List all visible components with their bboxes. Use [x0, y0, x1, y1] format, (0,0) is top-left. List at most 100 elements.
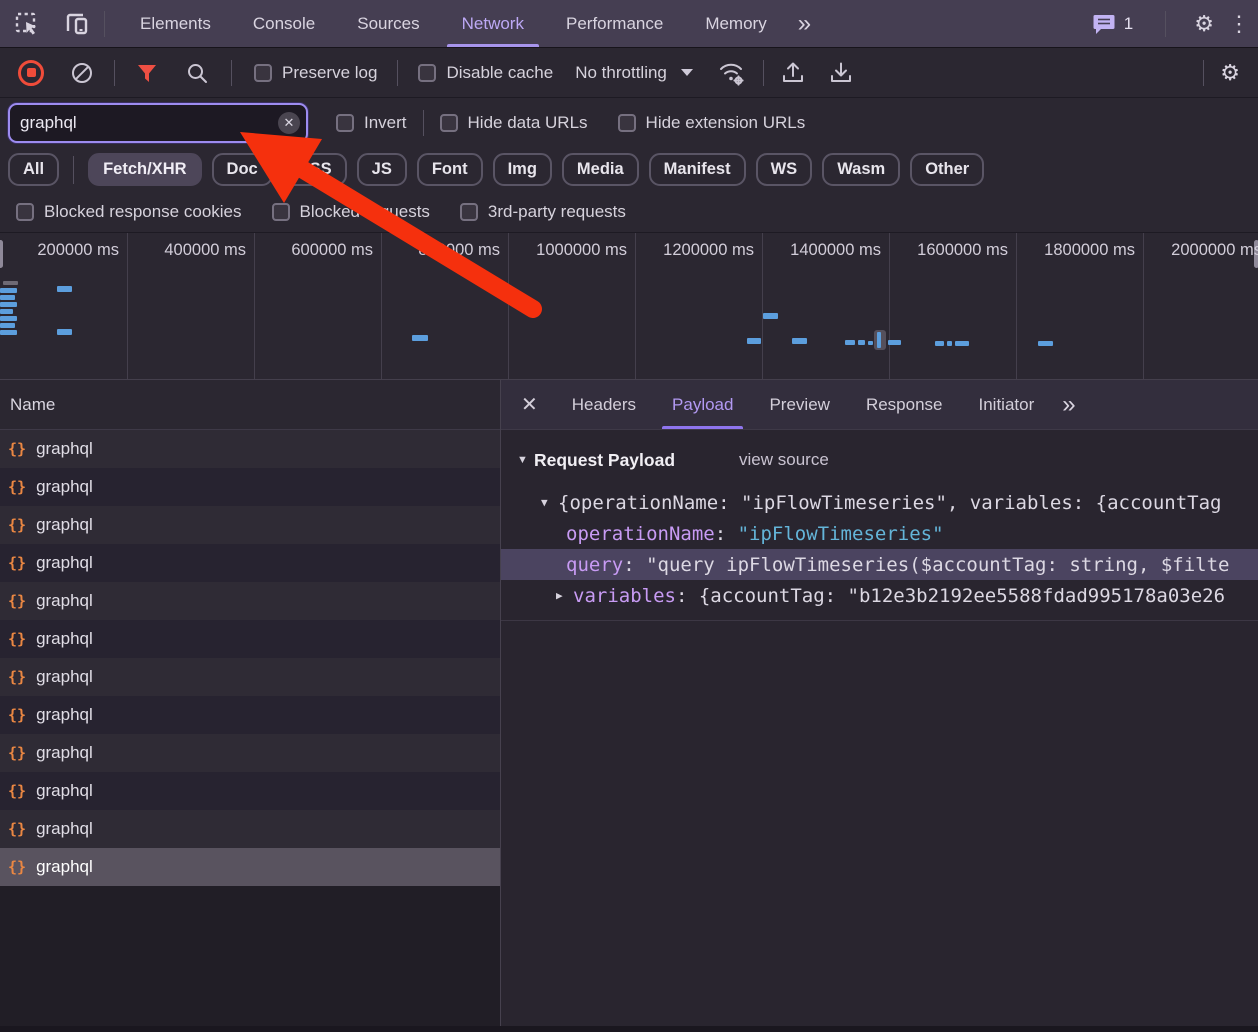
- waterfall-bar[interactable]: [747, 338, 761, 344]
- disable-cache-checkbox[interactable]: [418, 64, 436, 82]
- invert-toggle[interactable]: Invert: [336, 113, 407, 133]
- request-row[interactable]: {}graphql: [0, 810, 500, 848]
- blocked-requests-toggle[interactable]: Blocked requests: [272, 202, 430, 222]
- waterfall-bar[interactable]: [792, 338, 807, 344]
- more-panels-icon[interactable]: »: [788, 10, 819, 38]
- tab-memory[interactable]: Memory: [684, 0, 787, 47]
- waterfall-bar[interactable]: [0, 330, 17, 335]
- hide-extension-urls-toggle[interactable]: Hide extension URLs: [618, 113, 806, 133]
- blocked-response-cookies-toggle[interactable]: Blocked response cookies: [16, 202, 242, 222]
- 3rd-party-requests-toggle[interactable]: 3rd-party requests: [460, 202, 626, 222]
- waterfall-bar[interactable]: [0, 316, 17, 321]
- tab-console[interactable]: Console: [232, 0, 336, 47]
- more-detail-tabs-icon[interactable]: »: [1052, 391, 1083, 419]
- export-har-icon[interactable]: [828, 60, 854, 86]
- waterfall-bar[interactable]: [888, 340, 901, 345]
- request-row[interactable]: {}graphql: [0, 658, 500, 696]
- close-detail-icon[interactable]: ✕: [501, 392, 554, 417]
- detail-tab-initiator[interactable]: Initiator: [961, 380, 1053, 429]
- waterfall-bar[interactable]: [868, 341, 873, 345]
- settings-gear-icon[interactable]: ⚙: [1194, 11, 1214, 37]
- waterfall-bar[interactable]: [57, 286, 72, 292]
- preserve-log-toggle[interactable]: Preserve log: [254, 63, 377, 83]
- waterfall-bar[interactable]: [1038, 341, 1053, 346]
- request-row[interactable]: {}graphql: [0, 772, 500, 810]
- hide-data-urls-checkbox[interactable]: [440, 114, 458, 132]
- request-row[interactable]: {}graphql: [0, 696, 500, 734]
- chip-media[interactable]: Media: [562, 153, 639, 186]
- hide-data-urls-toggle[interactable]: Hide data URLs: [440, 113, 588, 133]
- chip-wasm[interactable]: Wasm: [822, 153, 900, 186]
- throttling-dropdown[interactable]: No throttling: [575, 63, 693, 83]
- timeline-left-handle[interactable]: [0, 238, 5, 270]
- issues-counter[interactable]: 1: [1092, 13, 1133, 35]
- disable-cache-toggle[interactable]: Disable cache: [418, 63, 553, 83]
- waterfall-bar[interactable]: [0, 302, 17, 307]
- record-network-log-button[interactable]: [18, 60, 44, 86]
- preserve-log-checkbox[interactable]: [254, 64, 272, 82]
- waterfall-bar[interactable]: [3, 281, 18, 285]
- view-source-link[interactable]: view source: [739, 450, 829, 470]
- chip-ws[interactable]: WS: [756, 153, 813, 186]
- tab-performance[interactable]: Performance: [545, 0, 684, 47]
- chip-all[interactable]: All: [8, 153, 59, 186]
- device-toolbar-icon[interactable]: [64, 12, 90, 36]
- request-row[interactable]: {}graphql: [0, 848, 500, 886]
- network-settings-gear-icon[interactable]: ⚙: [1220, 60, 1240, 86]
- chip-fetch-xhr[interactable]: Fetch/XHR: [88, 153, 201, 186]
- blocked-requests-checkbox[interactable]: [272, 203, 290, 221]
- waterfall-bar[interactable]: [845, 340, 855, 345]
- inspect-element-icon[interactable]: [14, 11, 40, 37]
- filter-icon[interactable]: [135, 61, 159, 85]
- tab-sources[interactable]: Sources: [336, 0, 440, 47]
- tab-network[interactable]: Network: [441, 0, 545, 47]
- waterfall-bar[interactable]: [0, 309, 13, 314]
- payload-line[interactable]: operationName: "ipFlowTimeseries": [501, 518, 1258, 549]
- detail-tab-headers[interactable]: Headers: [554, 380, 654, 429]
- blocked-response-cookies-checkbox[interactable]: [16, 203, 34, 221]
- chip-doc[interactable]: Doc: [212, 153, 273, 186]
- waterfall-bar[interactable]: [858, 340, 865, 345]
- payload-line[interactable]: query: "query ipFlowTimeseries($accountT…: [501, 549, 1258, 580]
- waterfall-bar[interactable]: [57, 329, 72, 335]
- waterfall-bar[interactable]: [877, 332, 881, 348]
- request-row[interactable]: {}graphql: [0, 734, 500, 772]
- chip-other[interactable]: Other: [910, 153, 984, 186]
- 3rd-party-requests-checkbox[interactable]: [460, 203, 478, 221]
- request-row[interactable]: {}graphql: [0, 468, 500, 506]
- waterfall-bar[interactable]: [763, 313, 778, 319]
- detail-tab-payload[interactable]: Payload: [654, 380, 751, 429]
- collapse-triangle-icon[interactable]: ▼: [517, 454, 534, 466]
- invert-checkbox[interactable]: [336, 114, 354, 132]
- search-icon[interactable]: [185, 61, 209, 85]
- payload-line[interactable]: ▶variables: {accountTag: "b12e3b2192ee55…: [501, 580, 1258, 611]
- waterfall-bar[interactable]: [935, 341, 944, 346]
- waterfall-bar[interactable]: [412, 335, 428, 341]
- chip-manifest[interactable]: Manifest: [649, 153, 746, 186]
- waterfall-bar[interactable]: [0, 295, 15, 300]
- waterfall-bar[interactable]: [955, 341, 969, 346]
- tab-elements[interactable]: Elements: [119, 0, 232, 47]
- waterfall-bar[interactable]: [947, 341, 952, 346]
- request-payload-section[interactable]: ▼ Request Payload view source: [501, 445, 1258, 475]
- name-column-header[interactable]: Name: [0, 380, 500, 430]
- filter-input[interactable]: [10, 105, 306, 141]
- expanded-triangle-icon[interactable]: ▼: [541, 496, 558, 509]
- chip-font[interactable]: Font: [417, 153, 483, 186]
- request-row[interactable]: {}graphql: [0, 582, 500, 620]
- request-row[interactable]: {}graphql: [0, 506, 500, 544]
- network-conditions-icon[interactable]: [717, 60, 747, 86]
- payload-line[interactable]: ▼{operationName: "ipFlowTimeseries", var…: [501, 487, 1258, 518]
- chip-img[interactable]: Img: [493, 153, 552, 186]
- chip-css[interactable]: CSS: [283, 153, 347, 186]
- detail-tab-response[interactable]: Response: [848, 380, 961, 429]
- hide-extension-urls-checkbox[interactable]: [618, 114, 636, 132]
- clear-network-log-icon[interactable]: [70, 61, 94, 85]
- request-row[interactable]: {}graphql: [0, 544, 500, 582]
- detail-tab-preview[interactable]: Preview: [751, 380, 847, 429]
- waterfall-bar[interactable]: [0, 323, 15, 328]
- chip-js[interactable]: JS: [357, 153, 407, 186]
- import-har-icon[interactable]: [780, 60, 806, 86]
- clear-filter-icon[interactable]: ✕: [278, 112, 300, 134]
- waterfall-bar[interactable]: [0, 288, 17, 293]
